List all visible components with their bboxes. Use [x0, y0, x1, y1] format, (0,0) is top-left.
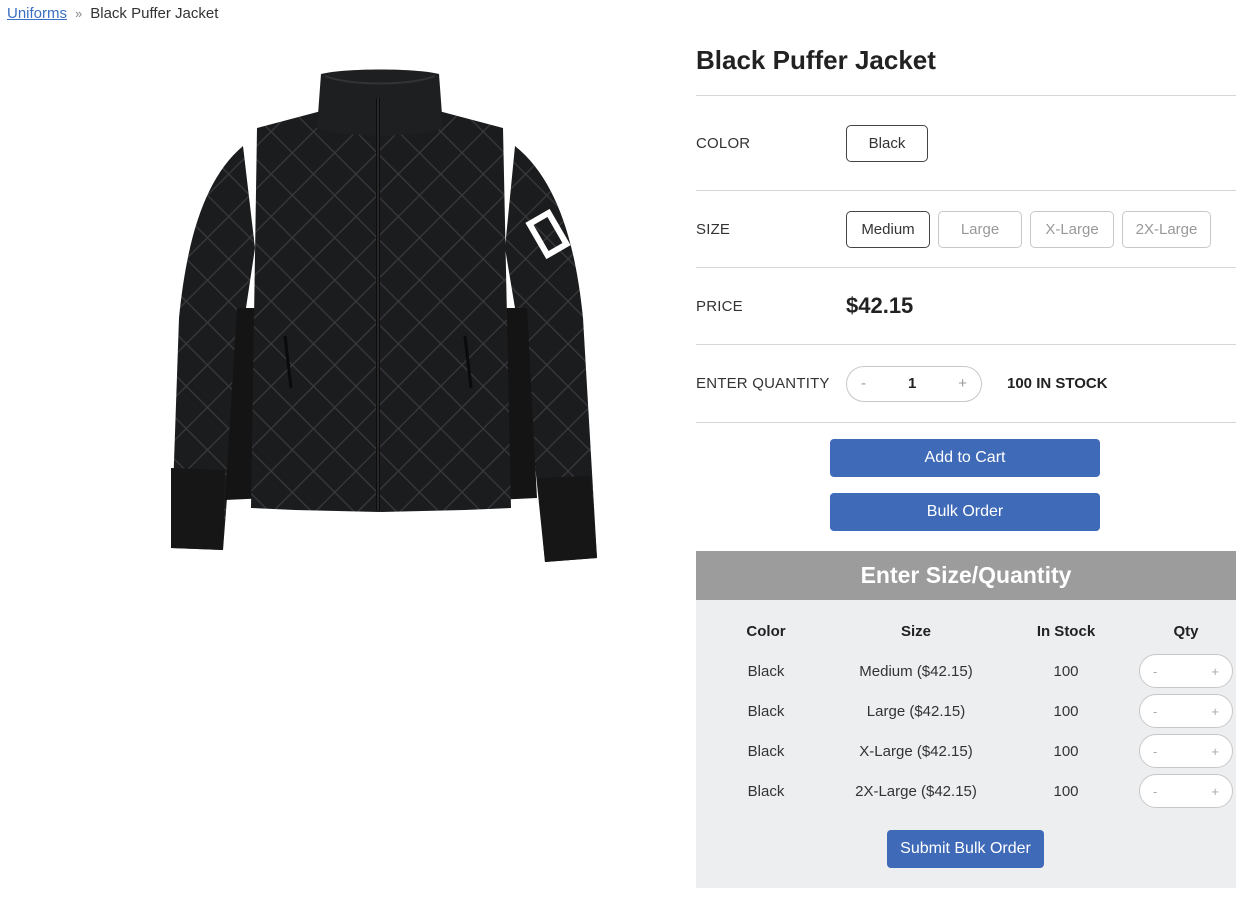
qty-stepper[interactable]: - +	[1139, 734, 1233, 768]
size-row: SIZE Medium Large X-Large 2X-Large	[696, 190, 1236, 267]
color-label: COLOR	[696, 134, 751, 152]
submit-bulk-order-button[interactable]: Submit Bulk Order	[887, 830, 1044, 868]
bulk-order-button[interactable]: Bulk Order	[830, 493, 1100, 531]
bulk-table: Color Size In Stock Qty Black Medium ($4…	[696, 619, 1236, 811]
qty-decrement-button[interactable]: -	[1153, 664, 1157, 679]
qty-increment-button[interactable]: +	[1211, 664, 1219, 679]
quantity-label: ENTER QUANTITY	[696, 375, 830, 392]
table-row: Black X-Large ($42.15) 100 - +	[696, 731, 1236, 771]
stock-status: 100 IN STOCK	[1007, 375, 1108, 392]
breadcrumb-current: Black Puffer Jacket	[90, 5, 219, 22]
table-row: Black Medium ($42.15) 100 - +	[696, 651, 1236, 691]
row-qty-cell: - +	[1136, 694, 1236, 728]
column-header-in-stock: In Stock	[1036, 622, 1096, 640]
price-value: $42.15	[846, 293, 914, 318]
bulk-panel-header: Enter Size/Quantity	[696, 551, 1236, 600]
product-image	[165, 68, 605, 573]
row-color: Black	[747, 702, 785, 720]
breadcrumb: Uniforms » Black Puffer Jacket	[7, 5, 218, 22]
column-header-qty: Qty	[1173, 622, 1199, 640]
row-qty-cell: - +	[1136, 774, 1236, 808]
breadcrumb-link-uniforms[interactable]: Uniforms	[7, 5, 67, 22]
column-header-size: Size	[900, 622, 931, 640]
row-qty-cell: - +	[1136, 734, 1236, 768]
quantity-decrement-button[interactable]: -	[861, 375, 866, 392]
size-label: SIZE	[696, 220, 731, 238]
add-to-cart-button[interactable]: Add to Cart	[830, 439, 1100, 477]
table-row: Black 2X-Large ($42.15) 100 - +	[696, 771, 1236, 811]
table-row: Black Large ($42.15) 100 - +	[696, 691, 1236, 731]
row-color: Black	[747, 742, 785, 760]
qty-increment-button[interactable]: +	[1211, 744, 1219, 759]
price-label: PRICE	[696, 297, 743, 315]
row-stock: 100	[1053, 782, 1079, 800]
row-size: X-Large ($42.15)	[859, 742, 973, 760]
qty-stepper[interactable]: - +	[1139, 694, 1233, 728]
quantity-stepper: - 1 +	[846, 365, 982, 402]
product-title: Black Puffer Jacket	[696, 45, 936, 75]
bulk-order-panel: Enter Size/Quantity Color Size In Stock …	[696, 551, 1236, 888]
breadcrumb-separator: »	[75, 6, 83, 21]
size-option-large[interactable]: Large	[938, 210, 1022, 248]
row-stock: 100	[1053, 742, 1079, 760]
column-header-color: Color	[746, 622, 786, 640]
price-row: PRICE $42.15	[696, 267, 1236, 344]
qty-increment-button[interactable]: +	[1211, 704, 1219, 719]
row-color: Black	[747, 782, 785, 800]
qty-stepper[interactable]: - +	[1139, 774, 1233, 808]
qty-increment-button[interactable]: +	[1211, 784, 1219, 799]
row-qty-cell: - +	[1136, 654, 1236, 688]
row-stock: 100	[1053, 662, 1079, 680]
size-option-2x-large[interactable]: 2X-Large	[1122, 210, 1211, 248]
row-size: 2X-Large ($42.15)	[855, 782, 977, 800]
quantity-input[interactable]: 1	[908, 375, 916, 392]
size-option-medium[interactable]: Medium	[846, 210, 930, 248]
color-row: COLOR Black	[696, 95, 1236, 190]
bulk-table-header: Color Size In Stock Qty	[696, 619, 1236, 643]
quantity-row: ENTER QUANTITY - 1 + 100 IN STOCK	[696, 344, 1236, 422]
quantity-increment-button[interactable]: +	[958, 375, 967, 392]
qty-decrement-button[interactable]: -	[1153, 744, 1157, 759]
row-color: Black	[747, 662, 785, 680]
row-size: Large ($42.15)	[866, 702, 966, 720]
qty-decrement-button[interactable]: -	[1153, 704, 1157, 719]
qty-stepper[interactable]: - +	[1139, 654, 1233, 688]
cart-actions: Add to Cart Bulk Order	[696, 422, 1236, 550]
black-quilted-jacket-image	[171, 69, 597, 562]
row-stock: 100	[1053, 702, 1079, 720]
size-option-x-large[interactable]: X-Large	[1030, 210, 1114, 248]
product-details: Black Puffer Jacket COLOR Black SIZE Med…	[696, 40, 1236, 550]
qty-decrement-button[interactable]: -	[1153, 784, 1157, 799]
row-size: Medium ($42.15)	[859, 662, 973, 680]
color-option-black[interactable]: Black	[846, 124, 928, 162]
